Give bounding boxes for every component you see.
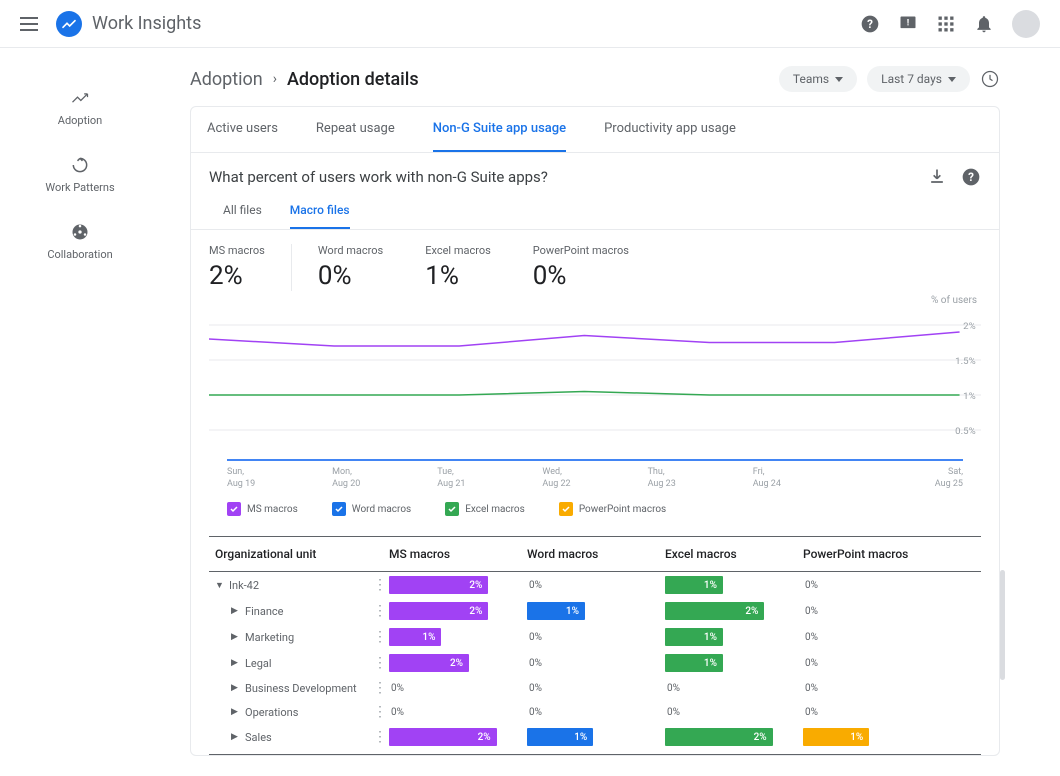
expand-icon[interactable]: ▶ [231,707,239,717]
chevron-right-icon: › [273,71,277,87]
more-icon[interactable]: ⋮ [373,629,385,645]
org-name[interactable]: Finance [245,605,283,618]
expand-icon[interactable]: ▶ [231,683,239,693]
breadcrumb-parent[interactable]: Adoption [190,69,263,90]
scrollbar[interactable] [1000,570,1005,680]
chart-y-axis-label: % of users [931,295,977,306]
more-icon[interactable]: ⋮ [373,577,385,593]
sidebar-item-work-patterns[interactable]: Work Patterns [45,155,114,194]
chevron-down-icon [835,77,843,82]
trend-up-icon [70,88,90,108]
help-icon[interactable]: ? [860,14,880,34]
chevron-down-icon [948,77,956,82]
x-axis-label: Thu,Aug 23 [648,467,753,490]
stat-ms-macros: MS macros2% [209,244,292,291]
legend-powerpoint-macros[interactable]: PowerPoint macros [559,502,666,516]
help-icon[interactable]: ? [961,167,981,187]
legend-excel-macros[interactable]: Excel macros [445,502,525,516]
svg-text:2%: 2% [963,321,976,332]
feedback-icon[interactable]: ! [898,14,918,34]
table-row: ▶Marketing⋮1%0%1%0% [209,624,981,650]
x-axis-label: Sat,Aug 25 [858,467,963,490]
legend-word-macros[interactable]: Word macros [332,502,411,516]
notifications-icon[interactable] [974,14,994,34]
x-axis-label: Mon,Aug 20 [332,467,437,490]
line-chart: 2% 1.5% 1% 0.5% [209,305,981,455]
app-title: Work Insights [92,13,860,34]
org-name[interactable]: Ink-42 [229,579,259,592]
svg-text:!: ! [907,18,909,28]
table-header: MS macros [389,547,527,561]
svg-text:1.5%: 1.5% [955,356,976,367]
breadcrumb-current: Adoption details [287,69,419,90]
apps-grid-icon[interactable] [936,14,956,34]
checkbox-icon [445,502,459,516]
org-name[interactable]: Marketing [245,631,294,644]
breadcrumb: Adoption › Adoption details [190,69,419,90]
sidebar-item-collaboration[interactable]: Collaboration [47,222,112,261]
tab-productivity-app-usage[interactable]: Productivity app usage [604,107,736,152]
stat-excel-macros: Excel macros1% [425,244,533,291]
table-row: ▶Finance⋮2%1%2%0% [209,598,981,624]
table-header: Word macros [527,547,665,561]
table-header: Organizational unit [209,547,389,561]
svg-text:1%: 1% [963,391,976,402]
expand-icon[interactable]: ▶ [231,732,239,742]
expand-icon[interactable]: ▶ [231,658,239,668]
more-icon[interactable]: ⋮ [373,603,385,619]
checkbox-icon [227,502,241,516]
checkbox-icon [559,502,573,516]
svg-text:0.5%: 0.5% [955,426,976,437]
subtab-all-files[interactable]: All files [223,195,262,229]
expand-icon[interactable]: ▶ [231,606,239,616]
table-row: ▼Ink-42⋮2%0%1%0% [209,572,981,598]
svg-text:?: ? [968,170,974,184]
history-icon[interactable] [980,69,1000,89]
sidebar-item-label: Collaboration [47,248,112,261]
table-row: ▶Business Development⋮0%0%0%0% [209,676,981,700]
tab-non-g-suite-app-usage[interactable]: Non-G Suite app usage [433,107,566,152]
stat-word-macros: Word macros0% [318,244,425,291]
more-icon[interactable]: ⋮ [373,680,385,696]
svg-text:?: ? [867,17,873,31]
sidebar-item-label: Work Patterns [45,181,114,194]
x-axis-label: Wed,Aug 22 [542,467,647,490]
table-row: ▶Legal⋮2%0%1%0% [209,650,981,676]
date-range-dropdown[interactable]: Last 7 days [867,66,970,92]
more-icon[interactable]: ⋮ [373,704,385,720]
more-icon[interactable]: ⋮ [373,729,385,745]
x-axis-label: Sun,Aug 19 [227,467,332,490]
org-name[interactable]: Business Development [245,682,357,695]
stat-powerpoint-macros: PowerPoint macros0% [533,244,671,291]
table-row: ▶Operations⋮0%0%0%0% [209,700,981,724]
org-name[interactable]: Legal [245,657,272,670]
refresh-icon [70,155,90,175]
hamburger-menu-icon[interactable] [20,17,38,31]
app-logo-icon [56,11,82,37]
sidebar-item-label: Adoption [58,114,102,127]
legend-ms-macros[interactable]: MS macros [227,502,298,516]
expand-icon[interactable]: ▼ [215,580,223,591]
sidebar-item-adoption[interactable]: Adoption [58,88,102,127]
user-avatar[interactable] [1012,10,1040,38]
more-icon[interactable]: ⋮ [373,655,385,671]
expand-icon[interactable]: ▶ [231,632,239,642]
table-row: ▶Sales⋮2%1%2%1% [209,724,981,750]
org-name[interactable]: Sales [245,731,272,744]
checkbox-icon [332,502,346,516]
table-header: PowerPoint macros [803,547,941,561]
card-title: What percent of users work with non-G Su… [209,168,548,186]
table-header: Excel macros [665,547,803,561]
tab-repeat-usage[interactable]: Repeat usage [316,107,395,152]
subtab-macro-files[interactable]: Macro files [290,195,350,229]
x-axis-label: Fri,Aug 24 [753,467,858,490]
collab-icon [70,222,90,242]
org-name[interactable]: Operations [245,706,298,719]
tab-active-users[interactable]: Active users [207,107,278,152]
x-axis-label: Tue,Aug 21 [437,467,542,490]
teams-dropdown[interactable]: Teams [779,66,857,92]
download-icon[interactable] [927,167,947,187]
